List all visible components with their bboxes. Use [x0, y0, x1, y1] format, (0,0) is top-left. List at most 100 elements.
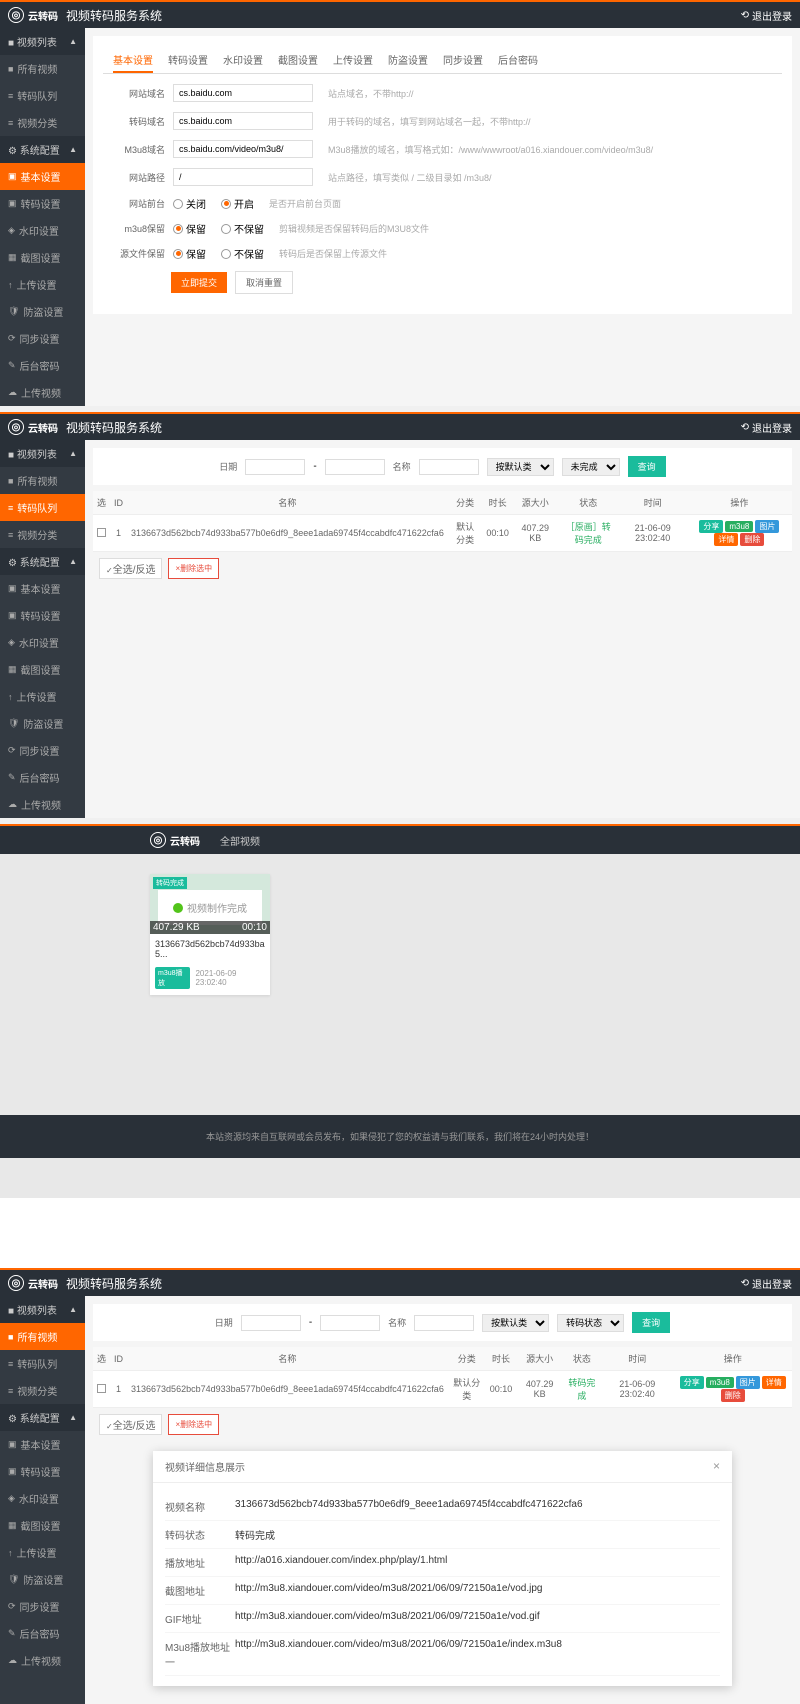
- row-checkbox[interactable]: [97, 528, 106, 537]
- modal-row: 截图地址http://m3u8.xiandouer.com/video/m3u8…: [165, 1577, 720, 1605]
- sidebar-group-videos[interactable]: ■ 视频列表▲: [0, 28, 85, 55]
- video-card[interactable]: 转码完成 视频制作完成 407.29 KB00:10 3136673d562bc…: [150, 874, 270, 995]
- sidebar-item-category[interactable]: ≡ 视频分类: [0, 1377, 85, 1404]
- sidebar-item-all-videos[interactable]: ■ 所有视频: [0, 1323, 85, 1350]
- reset-button[interactable]: 取消重置: [235, 271, 293, 294]
- sidebar-item-screenshot[interactable]: ▦ 截图设置: [0, 244, 85, 271]
- sidebar-item-screenshot[interactable]: ▦ 截图设置: [0, 656, 85, 683]
- form-input[interactable]: [173, 84, 313, 102]
- logout-link[interactable]: ⟲ 退出登录: [741, 8, 792, 23]
- form-input[interactable]: [173, 140, 313, 158]
- sidebar-item-all-videos[interactable]: ■ 所有视频: [0, 467, 85, 494]
- row-checkbox[interactable]: [97, 1384, 106, 1393]
- sidebar-item-queue[interactable]: ≡ 转码队列: [0, 1350, 85, 1377]
- sidebar-item-transcode[interactable]: ▣ 转码设置: [0, 1458, 85, 1485]
- tab-upload[interactable]: 上传设置: [333, 52, 373, 73]
- tab-basic[interactable]: 基本设置: [113, 52, 153, 73]
- search-button[interactable]: 查询: [632, 1312, 670, 1333]
- tab-antitheft[interactable]: 防盗设置: [388, 52, 428, 73]
- sidebar-item-transcode[interactable]: ▣ 转码设置: [0, 602, 85, 629]
- share-button[interactable]: 分享: [699, 520, 723, 533]
- sidebar-item-antitheft[interactable]: 🛡 防盗设置: [0, 298, 85, 325]
- sidebar-item-antitheft[interactable]: 🛡 防盗设置: [0, 1566, 85, 1593]
- image-button[interactable]: 图片: [736, 1376, 760, 1389]
- sidebar-item-basic[interactable]: ▣ 基本设置: [0, 163, 85, 190]
- sidebar-item-upload-video[interactable]: ☁ 上传视频: [0, 1647, 85, 1674]
- radio-option[interactable]: 关闭: [173, 196, 206, 211]
- select-all-button[interactable]: ✓全选/反选: [99, 1414, 162, 1435]
- tab-watermark[interactable]: 水印设置: [223, 52, 263, 73]
- sidebar-item-category[interactable]: ≡ 视频分类: [0, 521, 85, 548]
- category-select[interactable]: 按默认类: [482, 1314, 549, 1332]
- radio-option[interactable]: 保留: [173, 246, 206, 261]
- sidebar-item-sync[interactable]: ⟳ 同步设置: [0, 325, 85, 352]
- logout-link[interactable]: ⟲ 退出登录: [741, 420, 792, 435]
- sidebar-item-watermark[interactable]: ◈ 水印设置: [0, 1485, 85, 1512]
- delete-selected-button[interactable]: ×删除选中: [168, 1414, 219, 1435]
- table-header: 源大小: [513, 491, 558, 515]
- sidebar-item-category[interactable]: ≡ 视频分类: [0, 109, 85, 136]
- sidebar-item-upload[interactable]: ↑ 上传设置: [0, 1539, 85, 1566]
- sidebar-item-all-videos[interactable]: ■ 所有视频: [0, 55, 85, 82]
- m3u8-button[interactable]: m3u8: [725, 521, 753, 532]
- name-input[interactable]: [414, 1315, 474, 1331]
- tab-sync[interactable]: 同步设置: [443, 52, 483, 73]
- submit-button[interactable]: 立即提交: [171, 272, 227, 293]
- status-select[interactable]: 转码状态: [557, 1314, 624, 1332]
- name-input[interactable]: [419, 459, 479, 475]
- sidebar-item-upload-video[interactable]: ☁ 上传视频: [0, 379, 85, 406]
- sidebar-item-watermark[interactable]: ◈ 水印设置: [0, 629, 85, 656]
- sidebar-item-sync[interactable]: ⟳ 同步设置: [0, 1593, 85, 1620]
- sidebar-group-config[interactable]: ⚙ 系统配置▲: [0, 548, 85, 575]
- date-from-input[interactable]: [245, 459, 305, 475]
- modal-row: 视频名称3136673d562bcb74d933ba577b0e6df9_8ee…: [165, 1493, 720, 1521]
- m3u8-button[interactable]: m3u8: [706, 1377, 734, 1388]
- sidebar-item-transcode[interactable]: ▣ 转码设置: [0, 190, 85, 217]
- category-select[interactable]: 按默认类: [487, 458, 554, 476]
- sidebar-group-videos[interactable]: ■ 视频列表▲: [0, 440, 85, 467]
- radio-option[interactable]: 保留: [173, 221, 206, 236]
- delete-selected-button[interactable]: ×删除选中: [168, 558, 219, 579]
- sidebar-item-upload[interactable]: ↑ 上传设置: [0, 683, 85, 710]
- delete-button[interactable]: 删除: [721, 1389, 745, 1402]
- detail-button[interactable]: 详情: [714, 533, 738, 546]
- logout-link[interactable]: ⟲ 退出登录: [741, 1276, 792, 1291]
- sidebar-item-basic[interactable]: ▣ 基本设置: [0, 575, 85, 602]
- tab-screenshot[interactable]: 截图设置: [278, 52, 318, 73]
- sidebar-item-basic[interactable]: ▣ 基本设置: [0, 1431, 85, 1458]
- image-button[interactable]: 图片: [755, 520, 779, 533]
- status-select[interactable]: 未完成: [562, 458, 620, 476]
- tab-password[interactable]: 后台密码: [498, 52, 538, 73]
- sidebar-item-queue[interactable]: ≡ 转码队列: [0, 82, 85, 109]
- sidebar-group-config[interactable]: ⚙ 系统配置▲: [0, 1404, 85, 1431]
- select-all-button[interactable]: ✓全选/反选: [99, 558, 162, 579]
- sidebar-item-password[interactable]: ✎ 后台密码: [0, 1620, 85, 1647]
- sidebar-group-videos[interactable]: ■ 视频列表▲: [0, 1296, 85, 1323]
- radio-option[interactable]: 不保留: [221, 221, 264, 236]
- sidebar-item-watermark[interactable]: ◈ 水印设置: [0, 217, 85, 244]
- date-from-input[interactable]: [241, 1315, 301, 1331]
- radio-option[interactable]: 开启: [221, 196, 254, 211]
- sidebar-item-password[interactable]: ✎ 后台密码: [0, 764, 85, 791]
- search-button[interactable]: 查询: [628, 456, 666, 477]
- detail-button[interactable]: 详情: [762, 1376, 786, 1389]
- radio-option[interactable]: 不保留: [221, 246, 264, 261]
- nav-all-videos[interactable]: 全部视频: [220, 833, 260, 848]
- sidebar-item-screenshot[interactable]: ▦ 截图设置: [0, 1512, 85, 1539]
- sidebar-item-queue[interactable]: ≡ 转码队列: [0, 494, 85, 521]
- date-to-input[interactable]: [325, 459, 385, 475]
- sidebar-group-config[interactable]: ⚙ 系统配置▲: [0, 136, 85, 163]
- form-input[interactable]: [173, 112, 313, 130]
- sidebar-item-upload-video[interactable]: ☁ 上传视频: [0, 791, 85, 818]
- sidebar-item-antitheft[interactable]: 🛡 防盗设置: [0, 710, 85, 737]
- delete-button[interactable]: 删除: [740, 533, 764, 546]
- close-icon[interactable]: ×: [713, 1459, 720, 1474]
- m3u8-play-button[interactable]: m3u8播放: [155, 967, 190, 989]
- date-to-input[interactable]: [320, 1315, 380, 1331]
- form-input[interactable]: [173, 168, 313, 186]
- sidebar-item-sync[interactable]: ⟳ 同步设置: [0, 737, 85, 764]
- sidebar-item-upload[interactable]: ↑ 上传设置: [0, 271, 85, 298]
- tab-transcode[interactable]: 转码设置: [168, 52, 208, 73]
- sidebar-item-password[interactable]: ✎ 后台密码: [0, 352, 85, 379]
- share-button[interactable]: 分享: [680, 1376, 704, 1389]
